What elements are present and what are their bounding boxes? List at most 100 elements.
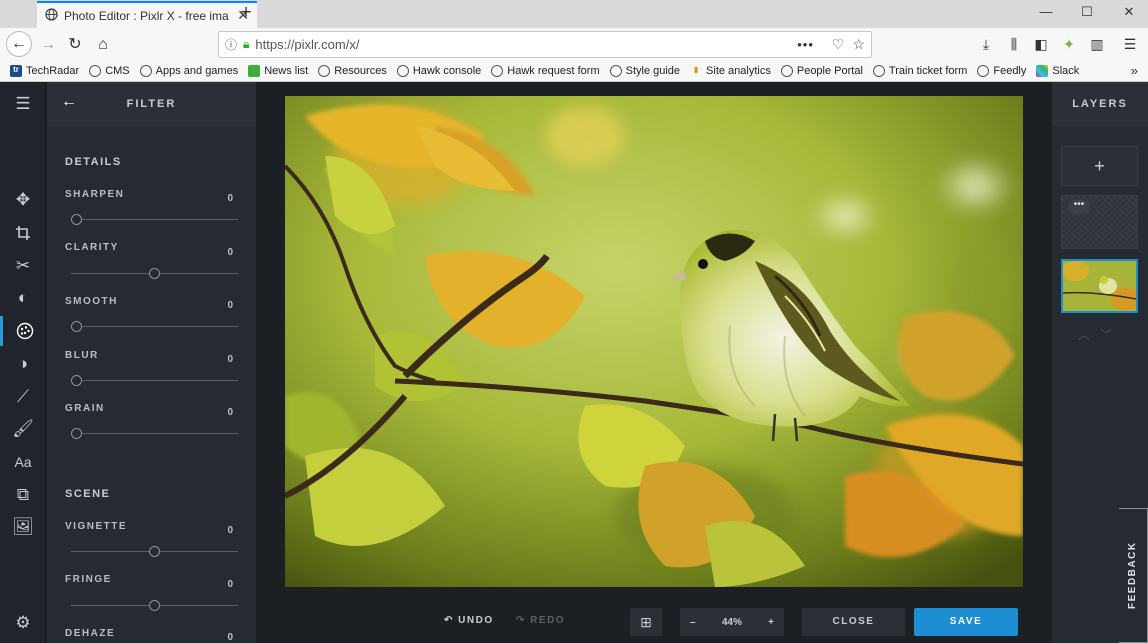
slider-value: 0: [227, 632, 233, 643]
tool-sidebar: ☰ ✥ ✂ ◐ ◑ ⟋ 🖌︎ Aa ⧉ 🖼︎ ⚙: [0, 82, 46, 643]
bird-photo: [285, 96, 1023, 587]
bookmark-item[interactable]: tr TechRadar: [10, 65, 79, 77]
bookmark-item[interactable]: Train ticket form: [872, 65, 967, 77]
liquify-tool-icon[interactable]: ⟋: [0, 382, 46, 412]
filter-tool-icon[interactable]: [0, 316, 46, 346]
image-tool-icon[interactable]: 🖼︎: [0, 512, 46, 542]
slider-value: 0: [227, 525, 233, 536]
slider-label: SMOOTH: [65, 296, 118, 307]
reload-icon[interactable]: ↻: [64, 34, 86, 56]
bookmark-item[interactable]: Style guide: [609, 65, 680, 77]
clarity-slider[interactable]: [71, 268, 238, 279]
globe-icon: [780, 65, 793, 77]
download-icon[interactable]: ⤓: [977, 36, 995, 53]
slider-handle[interactable]: [71, 428, 82, 439]
bookmark-item[interactable]: Hawk console: [396, 65, 481, 77]
new-tab-icon[interactable]: +: [236, 3, 256, 23]
bookmark-item[interactable]: News list: [248, 65, 308, 77]
slider-handle[interactable]: [149, 546, 160, 557]
settings-gear-icon[interactable]: ⚙: [0, 608, 46, 638]
blur-slider[interactable]: [71, 375, 238, 386]
grain-slider[interactable]: [71, 428, 238, 439]
extension-bars-icon[interactable]: ▥: [1088, 36, 1106, 53]
cutout-tool-icon[interactable]: ✂: [0, 251, 46, 281]
add-layer-button[interactable]: +: [1061, 146, 1138, 186]
move-tool-icon[interactable]: ✥: [0, 185, 46, 215]
slider-label: SHARPEN: [65, 189, 125, 200]
layer-photo[interactable]: [1061, 259, 1138, 313]
home-icon[interactable]: ⌂: [92, 34, 114, 56]
slider-value: 0: [227, 579, 233, 590]
info-icon[interactable]: ⓘ: [225, 36, 237, 53]
lock-icon: 🔒︎: [243, 37, 250, 51]
slider-value: 0: [227, 247, 233, 258]
vignette-slider[interactable]: [71, 546, 238, 557]
crop-tool-icon[interactable]: [0, 218, 46, 248]
photo-canvas[interactable]: [285, 96, 1023, 587]
bookmark-item[interactable]: People Portal: [780, 65, 863, 77]
layer-transparent[interactable]: •••: [1061, 195, 1138, 249]
zoom-out-button[interactable]: –: [690, 617, 696, 628]
zoom-in-button[interactable]: +: [768, 617, 774, 628]
section-heading-scene: SCENE: [65, 488, 111, 500]
slider-label: DEHAZE: [65, 628, 116, 639]
move-layer-up-icon[interactable]: ︿: [1078, 328, 1090, 342]
bookmark-item[interactable]: Slack: [1036, 65, 1079, 77]
fringe-slider[interactable]: [71, 600, 238, 611]
browser-nav-bar: ← → ↻ ⌂ ⓘ 🔒︎ https://pixlr.com/x/ ••• ♡ …: [0, 28, 1148, 61]
adjust-tool-icon[interactable]: ◐: [0, 283, 46, 313]
close-button[interactable]: CLOSE: [802, 608, 905, 636]
bookmark-item[interactable]: ▮ Site analytics: [690, 65, 771, 77]
save-button[interactable]: SAVE: [914, 608, 1018, 636]
minimize-icon[interactable]: —: [1036, 4, 1056, 19]
text-tool-icon[interactable]: Aa: [0, 447, 46, 477]
bookmark-item[interactable]: Apps and games: [139, 65, 238, 77]
zoom-level: 44%: [721, 616, 742, 628]
close-window-icon[interactable]: ✕: [1119, 4, 1139, 20]
bookmark-star-icon[interactable]: ☆: [852, 36, 865, 53]
pocket-icon[interactable]: ♡: [832, 36, 845, 53]
redo-button[interactable]: ↷ REDO: [516, 615, 565, 626]
slider-handle[interactable]: [149, 268, 160, 279]
browser-tab[interactable]: Photo Editor : Pixlr X - free ima ✕: [37, 1, 257, 28]
move-layer-down-icon[interactable]: ﹀: [1100, 328, 1112, 342]
bottom-action-bar: ↶ UNDO ↷ REDO ⊞ – 44% + CLOSE SAVE: [256, 602, 1052, 643]
layer-options-icon[interactable]: •••: [1068, 200, 1090, 214]
sidebar-icon[interactable]: ◧: [1032, 36, 1050, 53]
menu-icon[interactable]: ☰: [1121, 36, 1139, 53]
smooth-slider[interactable]: [71, 321, 238, 332]
bookmark-item[interactable]: Hawk request form: [491, 65, 600, 77]
address-bar[interactable]: ⓘ 🔒︎ https://pixlr.com/x/ ••• ♡ ☆: [218, 31, 872, 58]
globe-icon: [396, 65, 409, 77]
frame-tool-icon[interactable]: ⧉: [0, 480, 46, 510]
forward-icon[interactable]: →: [37, 34, 59, 56]
slider-handle[interactable]: [71, 214, 82, 225]
globe-icon: [318, 65, 331, 77]
maximize-icon[interactable]: ☐: [1077, 4, 1097, 20]
globe-icon: [139, 65, 152, 77]
filter-panel: ← FILTER DETAILS SHARPEN 0 CLARITY 0 SMO…: [47, 82, 256, 643]
hamburger-menu-icon[interactable]: ☰: [0, 89, 46, 119]
bookmark-item[interactable]: CMS: [89, 65, 130, 77]
slider-handle[interactable]: [149, 600, 160, 611]
back-icon[interactable]: ←: [6, 31, 32, 57]
feedback-tab[interactable]: FEEDBACK: [1119, 508, 1148, 643]
slider-handle[interactable]: [71, 321, 82, 332]
bookmark-item[interactable]: Feedly: [977, 65, 1026, 77]
extension-icon[interactable]: ✦: [1060, 36, 1078, 53]
slider-label: GRAIN: [65, 403, 105, 414]
url-text[interactable]: https://pixlr.com/x/: [255, 37, 797, 52]
fit-screen-icon: ⊞: [640, 614, 652, 630]
back-arrow-icon[interactable]: ←: [61, 93, 77, 111]
sharpen-slider[interactable]: [71, 214, 238, 225]
page-actions-icon[interactable]: •••: [797, 37, 814, 52]
bookmark-item[interactable]: Resources: [318, 65, 387, 77]
zoom-control: – 44% +: [680, 608, 784, 636]
slider-handle[interactable]: [71, 375, 82, 386]
fit-view-button[interactable]: ⊞: [630, 608, 662, 636]
undo-button[interactable]: ↶ UNDO: [444, 615, 494, 626]
brush-tool-icon[interactable]: 🖌︎: [0, 414, 46, 444]
effect-tool-icon[interactable]: ◑: [0, 349, 46, 379]
library-icon[interactable]: ⫼: [1005, 36, 1023, 53]
more-bookmarks-icon[interactable]: »: [1131, 63, 1138, 78]
